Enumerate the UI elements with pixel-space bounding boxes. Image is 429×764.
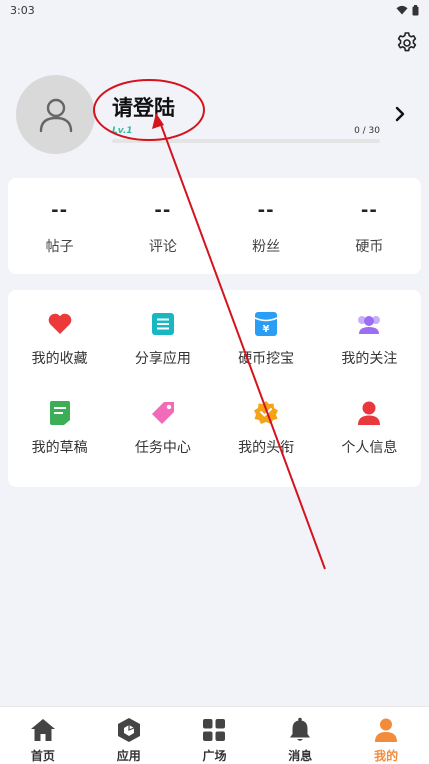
nav-item-square[interactable]: 广场 xyxy=(172,707,258,764)
bell-icon xyxy=(290,717,311,741)
stat-label: 硬币 xyxy=(355,239,384,255)
status-time: 3:03 xyxy=(10,3,35,17)
avatar[interactable] xyxy=(16,75,95,154)
grid-label: 硬币挖宝 xyxy=(238,351,295,367)
stat-value: -- xyxy=(154,200,172,221)
stat-coins[interactable]: -- 硬币 xyxy=(318,178,421,274)
yen-coin-icon: ¥ xyxy=(254,312,278,336)
stat-value: -- xyxy=(51,200,69,221)
status-bar: 3:03 xyxy=(0,0,429,20)
user-icon xyxy=(375,718,398,742)
grid-item-drafts[interactable]: 我的草稿 xyxy=(8,399,111,487)
settings-button[interactable] xyxy=(394,30,420,56)
xp-progress-text: 0 / 30 xyxy=(354,126,380,136)
stat-value: -- xyxy=(257,200,275,221)
heart-icon xyxy=(48,313,71,334)
wifi-icon xyxy=(396,5,408,15)
stat-label: 帖子 xyxy=(45,239,74,255)
grid-item-favorites[interactable]: 我的收藏 xyxy=(8,310,111,398)
grid-icon xyxy=(203,719,226,741)
stat-label: 评论 xyxy=(148,239,177,255)
feature-grid: 我的收藏 分享应用 ¥ 硬币挖宝 我的关注 我的草稿 任务中心 我的头衔 个人信… xyxy=(8,290,421,487)
list-square-icon xyxy=(151,313,174,335)
bottom-nav: 首页 应用 广场 消息 我的 xyxy=(0,706,429,764)
grid-item-following[interactable]: 我的关注 xyxy=(318,310,421,398)
nav-item-messages[interactable]: 消息 xyxy=(257,707,343,764)
grid-label: 个人信息 xyxy=(341,439,398,456)
stat-label: 粉丝 xyxy=(252,239,281,255)
nav-label: 消息 xyxy=(288,749,313,763)
user-outline-icon xyxy=(39,98,72,132)
xp-progress-bar xyxy=(112,139,380,143)
stats-card: -- 帖子 -- 评论 -- 粉丝 -- 硬币 xyxy=(8,178,421,274)
chevron-right-icon xyxy=(395,106,405,122)
grid-item-task-center[interactable]: 任务中心 xyxy=(111,399,214,487)
grid-item-titles[interactable]: 我的头衔 xyxy=(215,399,318,487)
stat-fans[interactable]: -- 粉丝 xyxy=(215,178,318,274)
nav-label: 首页 xyxy=(30,749,55,763)
person-icon xyxy=(358,401,381,425)
grid-item-personal-info[interactable]: 个人信息 xyxy=(318,399,421,487)
grid-label: 我的头衔 xyxy=(238,439,295,456)
cube-icon xyxy=(117,718,140,742)
tag-icon xyxy=(151,401,174,424)
status-icons xyxy=(396,4,419,16)
nav-item-me[interactable]: 我的 xyxy=(343,707,429,764)
login-prompt[interactable]: 请登陆 xyxy=(112,92,175,122)
nav-label: 应用 xyxy=(116,749,141,763)
stat-value: -- xyxy=(360,200,378,221)
gear-icon xyxy=(397,32,417,52)
nav-label: 我的 xyxy=(374,749,399,763)
nav-label: 广场 xyxy=(202,749,227,763)
nav-item-home[interactable]: 首页 xyxy=(0,707,86,764)
home-icon xyxy=(30,719,55,741)
grid-label: 我的草稿 xyxy=(31,439,88,456)
grid-label: 我的关注 xyxy=(341,351,398,367)
stat-posts[interactable]: -- 帖子 xyxy=(8,178,111,274)
people-icon xyxy=(358,316,381,334)
level-label: Lv.1 xyxy=(112,126,133,136)
stat-comments[interactable]: -- 评论 xyxy=(111,178,214,274)
draft-icon xyxy=(49,400,70,425)
battery-icon xyxy=(412,4,419,15)
nav-item-apps[interactable]: 应用 xyxy=(86,707,172,764)
svg-text:¥: ¥ xyxy=(263,324,270,335)
grid-item-share-app[interactable]: 分享应用 xyxy=(111,310,214,398)
grid-item-coin-treasure[interactable]: ¥ 硬币挖宝 xyxy=(215,310,318,398)
grid-label: 任务中心 xyxy=(134,439,191,456)
grid-label: 我的收藏 xyxy=(31,351,88,367)
badge-icon xyxy=(254,400,279,424)
profile-open-button[interactable] xyxy=(393,104,407,124)
grid-label: 分享应用 xyxy=(134,351,191,367)
